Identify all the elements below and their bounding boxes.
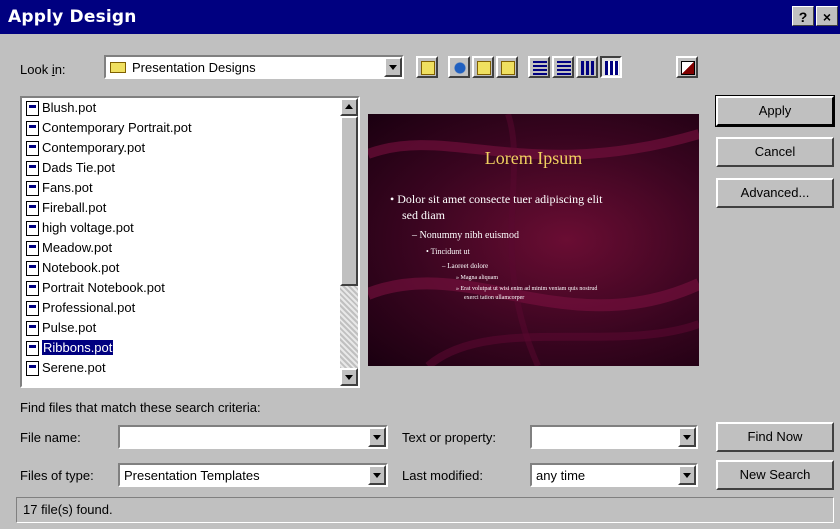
preview-bullet: • Dolor sit amet consecte tuer adipiscin… <box>390 192 603 206</box>
list-view-button[interactable] <box>528 56 550 78</box>
file-list[interactable]: Blush.pot Contemporary Portrait.pot Cont… <box>20 96 360 388</box>
design-preview: Lorem Ipsum • Dolor sit amet consecte tu… <box>368 114 699 366</box>
template-file-icon <box>26 361 39 377</box>
status-bar: 17 file(s) found. <box>16 497 834 523</box>
apply-button[interactable]: Apply <box>715 95 835 127</box>
list-item[interactable]: Pulse.pot <box>26 320 96 340</box>
advanced-button[interactable]: Advanced... <box>716 178 834 208</box>
add-favorites-icon <box>501 61 515 75</box>
list-item[interactable]: Notebook.pot <box>26 260 119 280</box>
commands-and-settings-button[interactable] <box>676 56 698 78</box>
file-list-scrollbar[interactable] <box>340 98 358 386</box>
last-modified-combo[interactable]: any time <box>530 463 698 487</box>
template-file-icon <box>26 321 39 337</box>
preview-bullet: • Tincidunt ut <box>426 247 470 256</box>
look-in-combo[interactable]: Presentation Designs <box>104 55 404 79</box>
search-web-button[interactable] <box>448 56 470 78</box>
template-file-icon <box>26 281 39 297</box>
last-modified-value: any time <box>536 468 586 483</box>
preview-bullet: exerci tation ullamcorper <box>464 295 525 301</box>
scroll-up-button[interactable] <box>340 98 358 116</box>
add-to-favorites-button[interactable] <box>496 56 518 78</box>
title-bar: Apply Design ? × <box>0 0 840 34</box>
help-button[interactable]: ? <box>792 6 814 26</box>
template-file-icon <box>26 221 39 237</box>
template-file-icon <box>26 261 39 277</box>
template-file-icon <box>26 201 39 217</box>
list-item[interactable]: Contemporary Portrait.pot <box>26 120 192 140</box>
files-of-type-value: Presentation Templates <box>124 468 260 483</box>
template-file-icon <box>26 341 39 357</box>
look-in-value: Presentation Designs <box>132 60 256 75</box>
details-view-button[interactable] <box>552 56 574 78</box>
last-modified-dropdown-arrow[interactable] <box>678 465 696 485</box>
template-file-icon <box>26 121 39 137</box>
dialog-title: Apply Design <box>8 7 137 27</box>
look-in-label: Look in: <box>20 62 66 77</box>
favorites-icon <box>477 61 491 75</box>
list-item-selected[interactable]: Ribbons.pot <box>26 340 114 360</box>
preview-bullet: » Magna aliquam <box>456 275 498 281</box>
list-item[interactable]: Contemporary.pot <box>26 140 145 160</box>
preview-bullet: – Laoreet dolore <box>442 262 489 270</box>
files-of-type-dropdown-arrow[interactable] <box>368 465 386 485</box>
properties-view-icon <box>581 61 595 75</box>
list-item[interactable]: Meadow.pot <box>26 240 112 260</box>
close-button[interactable]: × <box>816 6 838 26</box>
new-search-button[interactable]: New Search <box>716 460 834 490</box>
list-item[interactable]: Portrait Notebook.pot <box>26 280 165 300</box>
arrow-up-icon <box>345 104 353 109</box>
template-file-icon <box>26 181 39 197</box>
list-item[interactable]: Dads Tie.pot <box>26 160 115 180</box>
details-view-icon <box>557 61 571 75</box>
look-in-dropdown-arrow[interactable] <box>384 57 402 77</box>
find-now-button[interactable]: Find Now <box>716 422 834 452</box>
text-or-property-label: Text or property: <box>402 430 496 445</box>
apply-design-dialog: Apply Design ? × Look in: Presentation D… <box>0 0 840 529</box>
commands-icon <box>681 61 695 75</box>
file-name-combo[interactable] <box>118 425 388 449</box>
preview-bullet: – Nonummy nibh euismod <box>412 230 519 241</box>
up-one-level-button[interactable] <box>416 56 438 78</box>
list-item[interactable]: high voltage.pot <box>26 220 134 240</box>
template-file-icon <box>26 141 39 157</box>
preview-bullet: sed diam <box>402 208 445 222</box>
text-or-property-dropdown-arrow[interactable] <box>678 427 696 447</box>
arrow-down-icon <box>345 375 353 380</box>
up-folder-icon <box>421 61 435 75</box>
template-file-icon <box>26 101 39 117</box>
preview-bullet: » Erat volutpat ut wisi enim ad minim ve… <box>456 286 598 292</box>
file-name-label: File name: <box>20 430 81 445</box>
status-text: 17 file(s) found. <box>23 502 113 517</box>
files-of-type-label: Files of type: <box>20 468 94 483</box>
list-view-icon <box>533 61 547 75</box>
scroll-thumb[interactable] <box>340 116 358 286</box>
search-criteria-heading: Find files that match these search crite… <box>20 400 261 415</box>
properties-view-button[interactable] <box>576 56 598 78</box>
scroll-down-button[interactable] <box>340 368 358 386</box>
list-item[interactable]: Professional.pot <box>26 300 135 320</box>
template-file-icon <box>26 241 39 257</box>
list-item[interactable]: Serene.pot <box>26 360 106 380</box>
look-in-favorites-button[interactable] <box>472 56 494 78</box>
template-file-icon <box>26 161 39 177</box>
list-item[interactable]: Fireball.pot <box>26 200 106 220</box>
folder-icon <box>110 62 126 73</box>
preview-view-button[interactable] <box>600 56 622 78</box>
template-file-icon <box>26 301 39 317</box>
list-item[interactable]: Blush.pot <box>26 100 96 120</box>
last-modified-label: Last modified: <box>402 468 483 483</box>
web-search-icon <box>453 61 467 75</box>
cancel-button[interactable]: Cancel <box>716 137 834 167</box>
text-or-property-combo[interactable] <box>530 425 698 449</box>
preview-view-icon <box>605 61 619 75</box>
file-name-dropdown-arrow[interactable] <box>368 427 386 447</box>
files-of-type-combo[interactable]: Presentation Templates <box>118 463 388 487</box>
list-item[interactable]: Fans.pot <box>26 180 93 200</box>
preview-title: Lorem Ipsum <box>484 148 583 168</box>
